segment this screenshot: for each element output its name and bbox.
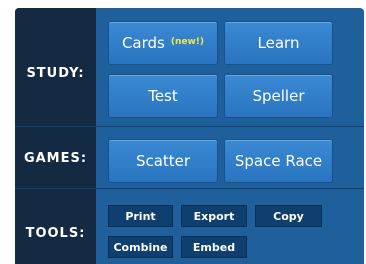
games-section-label: GAMES: bbox=[23, 151, 88, 166]
print-button[interactable]: Print bbox=[108, 205, 173, 227]
section-divider bbox=[15, 188, 364, 189]
embed-button[interactable]: Embed bbox=[181, 236, 247, 258]
cards-button[interactable]: Cards (new!) bbox=[108, 21, 218, 65]
combine-button[interactable]: Combine bbox=[108, 236, 173, 258]
export-button[interactable]: Export bbox=[181, 205, 247, 227]
learn-button[interactable]: Learn bbox=[224, 21, 333, 65]
tools-section-label: TOOLS: bbox=[25, 226, 86, 241]
study-section-label: STUDY: bbox=[26, 66, 85, 81]
test-button[interactable]: Test bbox=[108, 74, 218, 118]
scatter-button[interactable]: Scatter bbox=[108, 139, 218, 183]
speller-button[interactable]: Speller bbox=[224, 74, 333, 118]
new-badge: (new!) bbox=[170, 37, 205, 47]
cards-button-label: Cards bbox=[121, 34, 165, 52]
study-tools-panel: STUDY: GAMES: TOOLS: Cards (new!) Learn … bbox=[15, 8, 364, 264]
space-race-button[interactable]: Space Race bbox=[224, 139, 333, 183]
copy-button[interactable]: Copy bbox=[255, 205, 322, 227]
section-divider bbox=[15, 126, 364, 127]
